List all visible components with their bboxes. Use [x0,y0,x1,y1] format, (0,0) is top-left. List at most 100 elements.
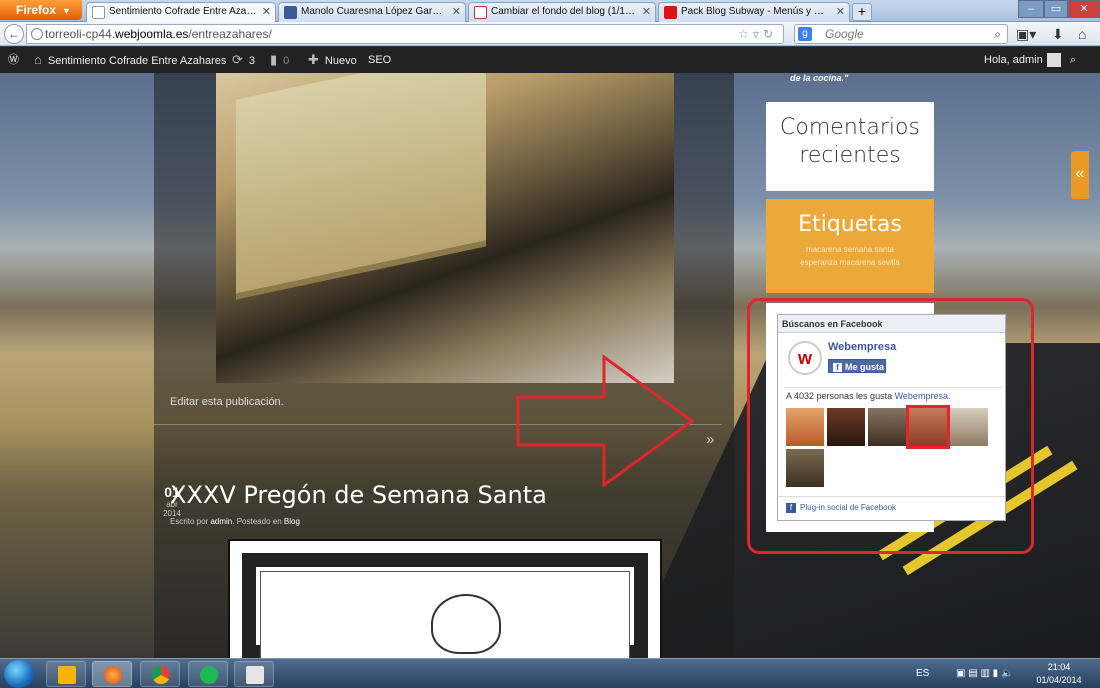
post-title[interactable]: XXXV Pregón de Semana Santa [170,481,547,509]
google-icon[interactable]: g [798,27,812,41]
admin-bar-comments[interactable]: ▮ 0 [270,47,289,74]
page-background: Editar esta publicación. » 01 abr 2014 X… [0,73,1100,658]
spotify-icon [200,666,218,684]
youtube-icon [664,6,677,19]
tab-sentimiento-cofrade[interactable]: Sentimiento Cofrade Entre Azahares Senti… [86,2,276,22]
back-arrow-icon[interactable]: ← [4,24,24,44]
chevron-down-icon: ▼ [62,6,71,16]
tab-label: Sentimiento Cofrade Entre Azahares Senti… [109,6,257,17]
tag-esperanza-macarena[interactable]: esperanza macarena [800,258,875,267]
taskbar-firefox[interactable] [92,661,132,687]
clock-date: 01/04/2014 [1036,675,1082,685]
taskbar-bing[interactable] [46,661,86,687]
avatar [1046,53,1061,68]
clock[interactable]: 21:04 01/04/2014 [1030,661,1088,687]
meta-category-link[interactable]: Blog [284,517,300,526]
search-input[interactable]: g Google ⌕ [794,24,1008,44]
comment-icon: ▮ [270,52,278,67]
webempresa-icon [474,6,487,19]
printer-icon [246,666,264,684]
admin-bar-site-name[interactable]: ⌂ Sentimiento Cofrade Entre Azahares [34,47,226,74]
site-name-label: Sentimiento Cofrade Entre Azahares [47,55,227,67]
home-icon: ⌂ [34,52,42,67]
admin-bar-updates[interactable]: ⟳ 3 [232,47,255,74]
url-domain: webjoomla.es [115,27,189,41]
admin-bar-account[interactable]: Hola, admin [984,47,1061,73]
post-meta: Escrito por admin. Posteado en Blog [170,517,300,526]
tab-label: Cambiar el fondo del blog (1/1) - Hostin… [491,6,637,17]
pregon-poster-image [228,539,662,658]
seal-emblem [431,594,501,654]
tab-cambiar-fondo[interactable]: Cambiar el fondo del blog (1/1) - Hostin… [468,2,656,22]
taskbar-chrome[interactable] [140,661,180,687]
taskbar-spotify[interactable] [188,661,228,687]
meta-author-link[interactable]: admin [210,517,232,526]
search-icon[interactable]: ⌕ [1070,47,1076,73]
close-icon[interactable]: ✕ [836,3,845,21]
admin-bar-new[interactable]: ✚ Nuevo [308,47,357,74]
tab-facebook[interactable]: Manolo Cuaresma López García | Facebook … [278,2,466,22]
greeting-label: Hola, admin [984,54,1043,66]
updates-count: 3 [248,55,256,67]
language-indicator[interactable]: ES [916,659,929,688]
edit-post-link[interactable]: Editar esta publicación. [170,396,284,408]
tag-macarena[interactable]: macarena [806,245,842,254]
new-label: Nuevo [324,55,357,67]
close-icon[interactable]: ✕ [262,3,271,21]
maximize-button[interactable]: ▭ [1044,0,1068,18]
paso-float-image [236,73,486,300]
tab-label: Manolo Cuaresma López García | Facebook [301,6,447,17]
bing-icon [58,666,76,684]
poster-inner [260,571,630,658]
chrome-icon [152,666,170,684]
tags-widget: Etiquetas macarena semana santa esperanz… [766,199,934,293]
url-prefix: torreoli-cp44. [45,27,116,41]
close-icon[interactable]: ✕ [642,3,651,21]
globe-icon [31,28,43,40]
clock-time: 21:04 [1047,662,1071,672]
plus-icon: ✚ [308,52,319,67]
meta-mid: . Posteado en [232,517,282,526]
tags-title: Etiquetas [798,212,902,237]
search-icon[interactable]: ⌕ [994,25,1001,43]
facebook-icon [284,6,297,19]
wordpress-logo-icon[interactable]: Ⓦ [8,47,19,73]
firefox-icon [104,666,122,684]
tray-icons[interactable]: ▣ ▤ ▥ ▮ 🔈 [956,659,1013,688]
wordpress-icon [92,6,105,19]
home-icon[interactable]: ⌂ [1078,26,1086,42]
new-tab-button[interactable]: + [852,3,872,21]
navigation-bar: ← torreoli-cp44.webjoomla.es/entreazahar… [0,22,1100,46]
annotation-arrow [516,355,695,487]
firefox-menu-button[interactable]: Firefox ▼ [0,0,82,20]
url-path: /entreazahares/ [188,27,272,41]
tag-semana-santa[interactable]: semana santa [844,245,894,254]
browser-tab-bar: Firefox ▼ Sentimiento Cofrade Entre Azaha… [0,0,1100,22]
wp-admin-bar: Ⓦ ⌂ Sentimiento Cofrade Entre Azahares ⟳ 3… [0,47,1100,73]
minimize-button[interactable]: – [1018,0,1044,18]
tag-line-2: esperanza macarena sevilla [766,256,934,269]
tab-label: Pack Blog Subway - Menús y Widgets - Vid… [681,6,831,17]
refresh-icon: ⟳ [232,52,243,67]
search-placeholder: Google [825,27,864,41]
taskbar-printer[interactable] [234,661,274,687]
bookmarks-icon[interactable]: ▣▾ [1016,26,1036,43]
close-window-button[interactable]: ✕ [1068,0,1100,18]
highlight-box [747,298,1034,554]
close-icon[interactable]: ✕ [452,3,461,21]
firefox-menu-label: Firefox [16,3,57,17]
bookmark-star-icon[interactable]: ☆▿↻ [738,25,777,43]
next-page-icon[interactable]: » [706,431,714,448]
recent-comments-widget: Comentarios recientes [766,102,934,191]
admin-bar-seo[interactable]: SEO [368,47,391,73]
post-image [216,73,674,383]
tag-sevilla[interactable]: sevilla [878,258,900,267]
tab-pack-blog-subway[interactable]: Pack Blog Subway - Menús y Widgets - Vid… [658,2,850,22]
download-icon[interactable]: ⬇ [1052,26,1064,43]
url-bar[interactable]: torreoli-cp44.webjoomla.es/entreazahares… [26,24,784,44]
start-button[interactable] [4,660,34,688]
windows-taskbar: ES ▣ ▤ ▥ ▮ 🔈 21:04 01/04/2014 [0,658,1100,688]
tag-line-1: macarena semana santa [766,243,934,256]
sidebar-toggle[interactable]: « [1071,151,1089,199]
comments-count: 0 [283,55,290,67]
